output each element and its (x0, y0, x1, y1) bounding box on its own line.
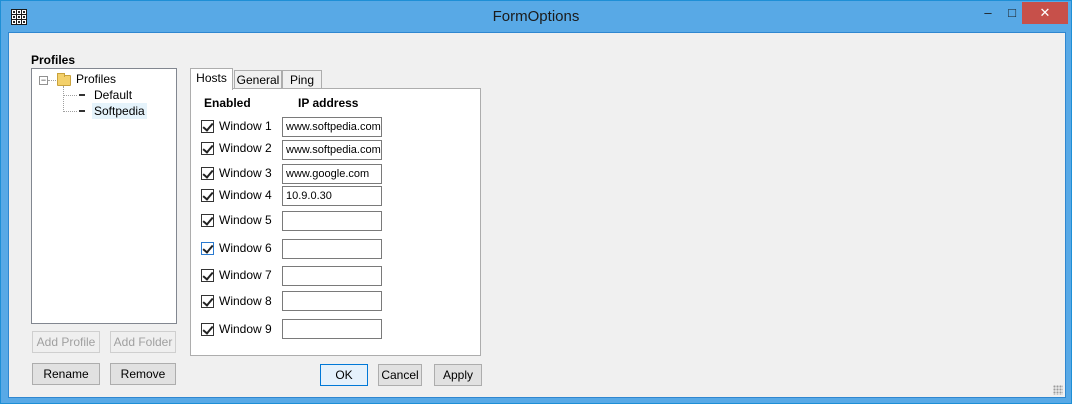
add-folder-button[interactable]: Add Folder (110, 331, 176, 353)
window-5-checkbox[interactable] (201, 214, 214, 227)
cancel-button[interactable]: Cancel (378, 364, 422, 386)
ok-button[interactable]: OK (320, 364, 368, 386)
hosts-tab-panel: Enabled IP address Window 1 www.softpedi… (190, 88, 481, 356)
window-1-checkbox[interactable] (201, 120, 214, 133)
tree-item-default[interactable]: Default (32, 87, 174, 103)
tab-hosts[interactable]: Hosts (190, 68, 233, 90)
enabled-column-header: Enabled (204, 96, 251, 110)
tree-item-profiles-root[interactable]: − Profiles (32, 71, 174, 87)
add-profile-button[interactable]: Add Profile (32, 331, 100, 353)
folder-icon (57, 73, 71, 86)
window-6-ip-input[interactable] (282, 239, 382, 259)
close-button[interactable]: ✕ (1022, 2, 1068, 24)
window-3-checkbox[interactable] (201, 167, 214, 180)
window-3-label: Window 3 (219, 166, 272, 180)
window-7-checkbox[interactable] (201, 269, 214, 282)
profile-leaf-icon (79, 94, 85, 96)
resize-grip-icon[interactable] (1053, 385, 1063, 395)
window-7-label: Window 7 (219, 268, 272, 282)
window-7-ip-input[interactable] (282, 266, 382, 286)
form-options-window: FormOptions – □ ✕ Profiles − Profiles De… (0, 0, 1072, 404)
tab-ping[interactable]: Ping (282, 70, 322, 90)
window-6-label: Window 6 (219, 241, 272, 255)
window-4-checkbox[interactable] (201, 189, 214, 202)
window-9-checkbox[interactable] (201, 323, 214, 336)
tree-item-label: Softpedia (92, 103, 147, 119)
window-4-ip-input[interactable]: 10.9.0.30 (282, 186, 382, 206)
window-8-checkbox[interactable] (201, 295, 214, 308)
profile-leaf-icon (79, 110, 85, 112)
window-title: FormOptions (492, 8, 580, 25)
window-8-label: Window 8 (219, 294, 272, 308)
window-3-ip-input[interactable]: www.google.com (282, 164, 382, 184)
window-2-checkbox[interactable] (201, 142, 214, 155)
window-2-ip-input[interactable]: www.softpedia.com (282, 140, 382, 160)
window-1-ip-input[interactable]: www.softpedia.com (282, 117, 382, 137)
ip-address-column-header: IP address (298, 96, 359, 110)
title-bar[interactable]: FormOptions – □ ✕ (1, 1, 1071, 32)
window-5-label: Window 5 (219, 213, 272, 227)
window-4-label: Window 4 (219, 188, 272, 202)
window-2-label: Window 2 (219, 141, 272, 155)
window-6-checkbox[interactable] (201, 242, 214, 255)
tree-item-label: Profiles (76, 72, 117, 86)
tree-item-softpedia[interactable]: Softpedia (32, 103, 174, 119)
remove-button[interactable]: Remove (110, 363, 176, 385)
window-5-ip-input[interactable] (282, 211, 382, 231)
window-9-ip-input[interactable] (282, 319, 382, 339)
tab-general[interactable]: General (234, 70, 282, 90)
window-9-label: Window 9 (219, 322, 272, 336)
tree-item-label: Default (94, 88, 133, 102)
client-area: Profiles − Profiles Default Softpedia Ad… (8, 32, 1066, 398)
rename-button[interactable]: Rename (32, 363, 100, 385)
profiles-label: Profiles (31, 53, 76, 67)
window-1-label: Window 1 (219, 119, 272, 133)
apply-button[interactable]: Apply (434, 364, 482, 386)
collapse-expander-icon[interactable]: − (39, 76, 48, 85)
window-8-ip-input[interactable] (282, 291, 382, 311)
profiles-tree[interactable]: − Profiles Default Softpedia (31, 68, 177, 324)
